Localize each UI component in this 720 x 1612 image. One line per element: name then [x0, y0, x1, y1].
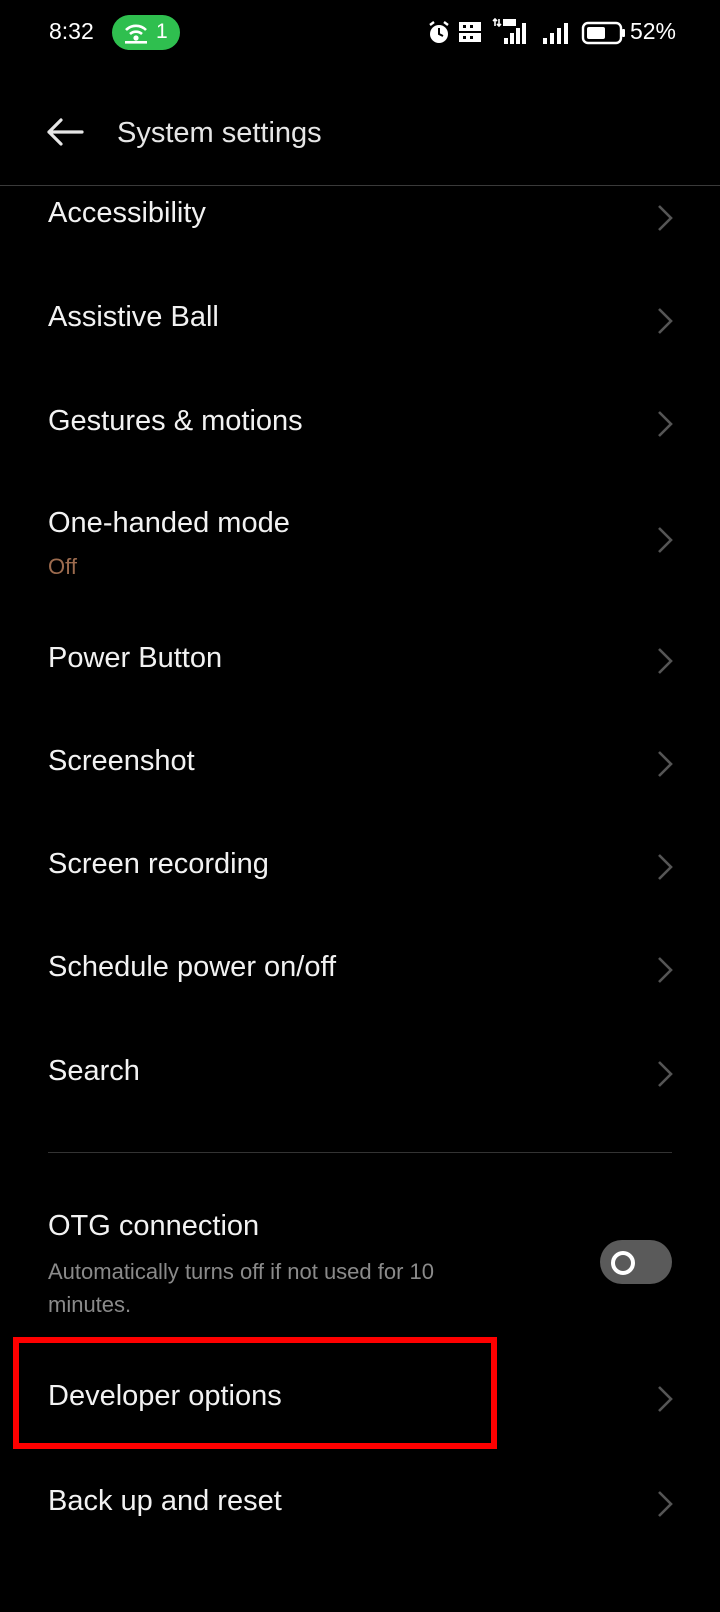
- item-title: Accessibility: [48, 197, 206, 229]
- item-title: Assistive Ball: [48, 301, 219, 333]
- 4g-signal-icon: [492, 17, 526, 44]
- hotspot-count: 1: [156, 20, 168, 43]
- chevron-right-icon: [658, 648, 673, 674]
- chevron-right-icon: [658, 308, 673, 334]
- hotspot-icon: [125, 24, 147, 44]
- item-title: Power Button: [48, 642, 223, 674]
- settings-item-gestures-motions[interactable]: Gestures & motions: [0, 373, 720, 473]
- otg-toggle[interactable]: [600, 1240, 672, 1284]
- status-time: 8:32: [49, 18, 94, 44]
- app-header: System settings: [0, 68, 720, 186]
- chevron-right-icon: [658, 854, 673, 880]
- chevron-right-icon: [658, 1491, 673, 1517]
- status-bar: 8:32 1 52%: [0, 0, 720, 68]
- item-title: Screenshot: [48, 745, 195, 777]
- settings-item-backup-reset[interactable]: Back up and reset: [0, 1452, 720, 1552]
- chevron-right-icon: [658, 411, 673, 437]
- item-title: OTG connection: [48, 1210, 260, 1242]
- item-description: Automatically turns off if not used for …: [48, 1259, 435, 1317]
- chevron-right-icon: [658, 957, 673, 983]
- page-title: System settings: [117, 117, 322, 149]
- settings-item-accessibility[interactable]: Accessibility: [0, 185, 720, 255]
- item-title: Screen recording: [48, 848, 269, 880]
- toggle-knob: [611, 1251, 635, 1275]
- item-status: Off: [48, 554, 77, 579]
- settings-item-screen-recording[interactable]: Screen recording: [0, 815, 720, 915]
- settings-item-power-button[interactable]: Power Button: [0, 610, 720, 710]
- item-title: One-handed mode: [48, 507, 290, 539]
- settings-item-one-handed-mode[interactable]: One-handed mode Off: [0, 480, 720, 610]
- volte-icon: [459, 22, 481, 42]
- alarm-icon: [429, 21, 449, 43]
- item-title: Back up and reset: [48, 1485, 282, 1517]
- item-title: Schedule power on/off: [48, 951, 337, 983]
- settings-item-search[interactable]: Search: [0, 1022, 720, 1122]
- chevron-right-icon: [658, 527, 673, 553]
- highlight-box: [13, 1337, 497, 1449]
- item-title: Search: [48, 1055, 140, 1087]
- battery-icon: [581, 21, 625, 45]
- chevron-right-icon: [658, 1386, 673, 1412]
- hotspot-indicator[interactable]: 1: [112, 15, 180, 50]
- settings-item-assistive-ball[interactable]: Assistive Ball: [0, 271, 720, 371]
- chevron-right-icon: [658, 751, 673, 777]
- signal-icon: [543, 23, 568, 44]
- settings-item-screenshot[interactable]: Screenshot: [0, 712, 720, 812]
- chevron-right-icon: [658, 205, 673, 231]
- battery-percent: 52%: [629, 18, 676, 44]
- back-arrow-icon[interactable]: [44, 116, 86, 148]
- section-divider: [48, 1152, 672, 1153]
- chevron-right-icon: [658, 1061, 673, 1087]
- item-title: Gestures & motions: [48, 405, 303, 437]
- settings-item-schedule-power[interactable]: Schedule power on/off: [0, 918, 720, 1018]
